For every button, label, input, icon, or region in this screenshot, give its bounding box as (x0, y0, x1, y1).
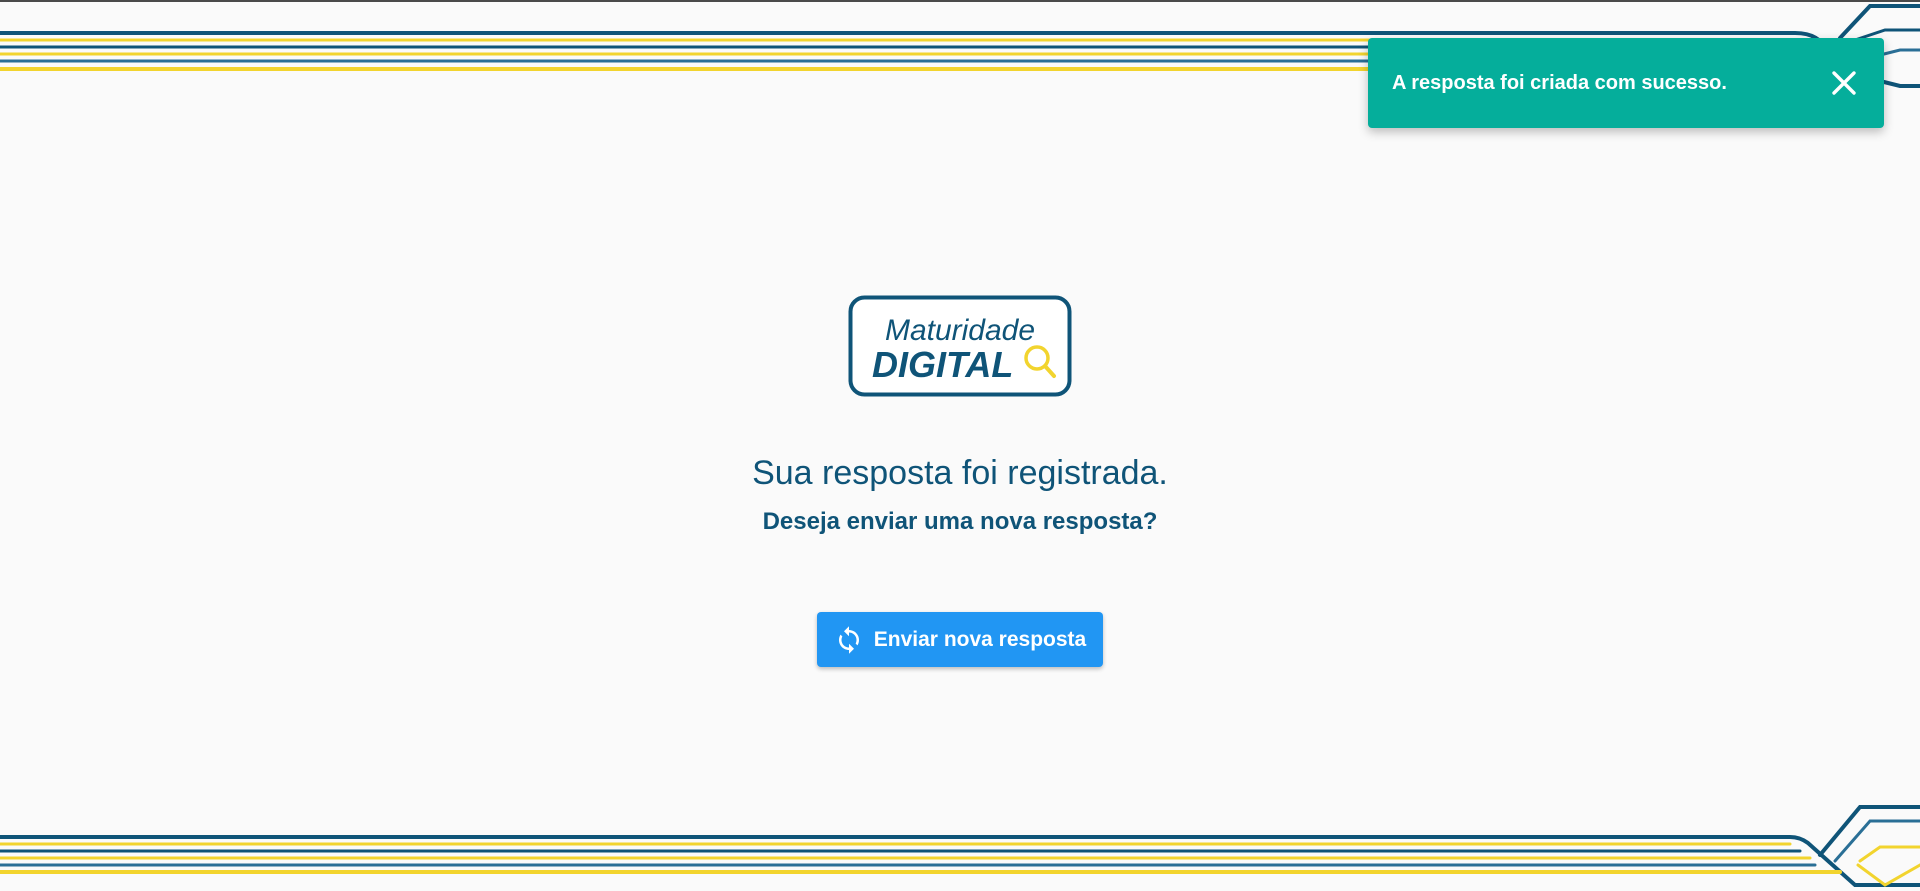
page-title: Sua resposta foi registrada. (752, 454, 1168, 492)
toast-message: A resposta foi criada com sucesso. (1392, 71, 1727, 94)
send-button-label: Enviar nova resposta (873, 627, 1087, 651)
close-icon[interactable] (1828, 67, 1860, 99)
maturidade-digital-logo: Maturidade DIGITAL (848, 295, 1072, 397)
footer-decoration-lines (0, 805, 1920, 887)
logo-line2: DIGITAL (872, 344, 1013, 385)
page-subtitle: Deseja enviar uma nova resposta? (762, 508, 1158, 535)
success-toast: A resposta foi criada com sucesso. (1368, 38, 1884, 128)
page: A resposta foi criada com sucesso. Matur… (0, 0, 1920, 891)
send-new-response-button[interactable]: Enviar nova resposta (817, 612, 1103, 667)
logo-line1: Maturidade (885, 314, 1035, 347)
refresh-icon (834, 625, 864, 655)
top-border (0, 0, 1920, 2)
